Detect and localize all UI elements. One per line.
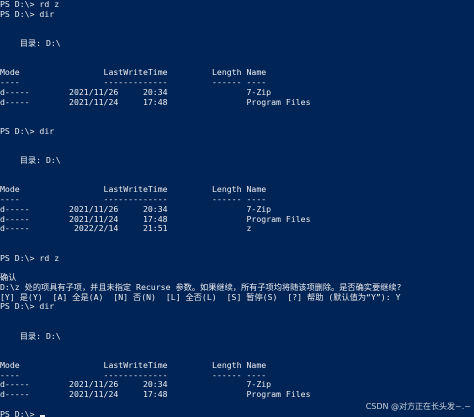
console-line: d----- 2022/2/14 21:51 z — [0, 223, 252, 234]
console-line: 目录: D:\ — [0, 155, 61, 165]
console-line: d----- 2021/11/24 17:48 Program Files — [0, 96, 311, 107]
console-line: PS D:\> dir — [0, 8, 55, 19]
console-line: PS D:\> dir — [0, 301, 55, 312]
console-line: 目录: D:\ — [0, 38, 61, 48]
console-line: PS D:\> rd z — [0, 0, 60, 9]
console-line: d----- 2021/11/24 17:48 Program Files — [0, 389, 311, 399]
console-line: PS D:\> rd z — [0, 252, 60, 263]
console-line: PS D:\> dir — [0, 125, 55, 136]
powershell-console[interactable]: PS D:\> rd z PS D:\> dir 目录: D:\ Mode Last… — [0, 0, 474, 417]
console-prompt: PS D:\> — [0, 408, 40, 417]
console-line: [Y] 是(Y) [A] 全是(A) [N] 否(N) [L] 全否(L) [S… — [0, 291, 401, 302]
console-line: 目录: D:\ — [0, 330, 61, 341]
text-cursor — [40, 414, 46, 417]
csdn-watermark: CSDN @对方正在长头发~.~ — [365, 402, 471, 411]
